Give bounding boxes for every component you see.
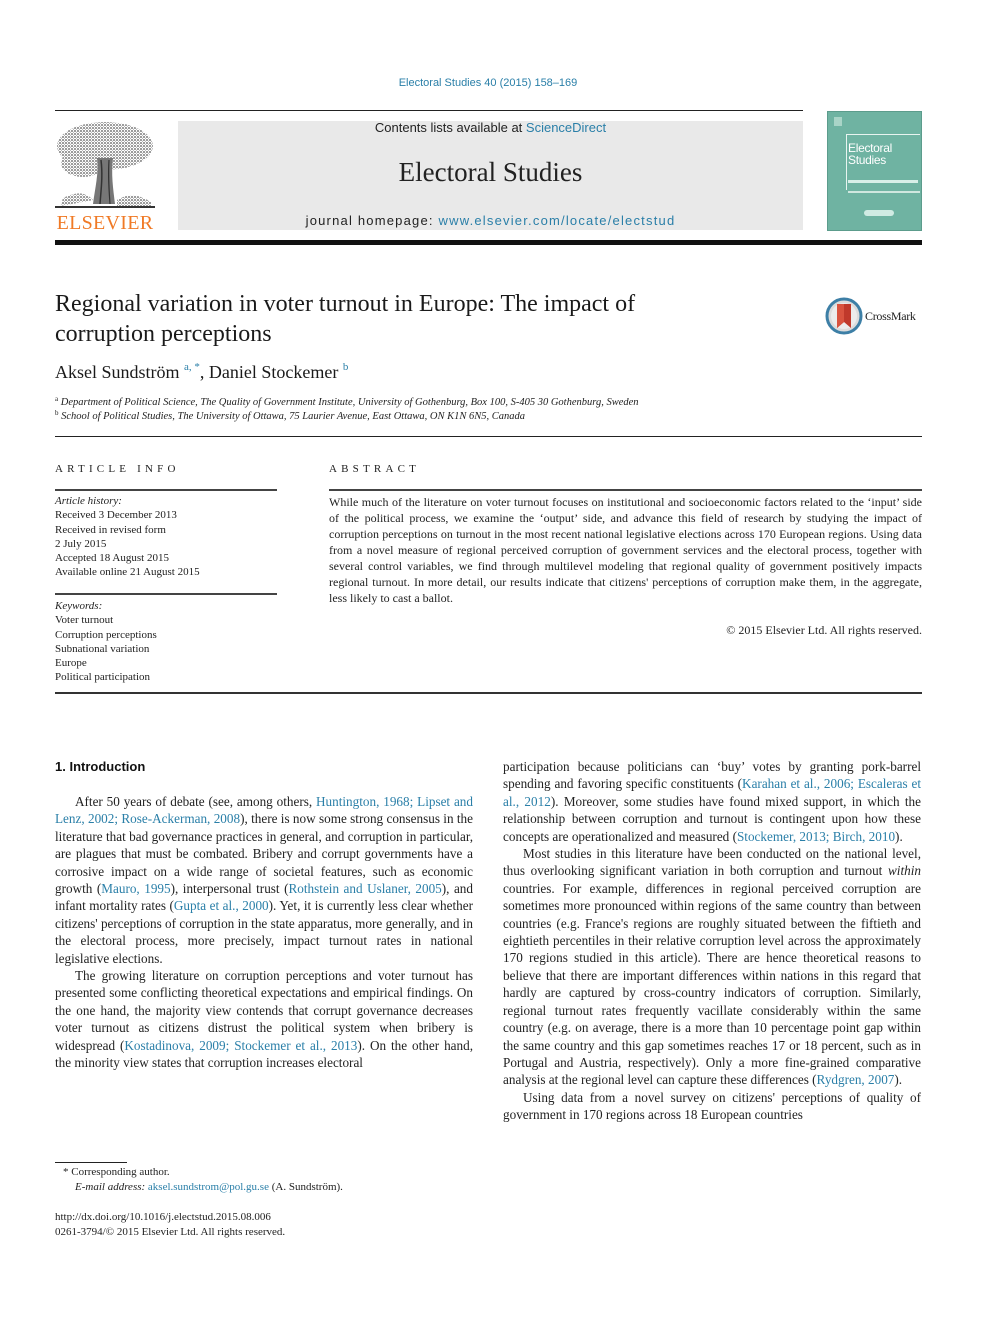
author-list: Aksel Sundström a, *, Daniel Stockemer b [55,361,348,383]
history-item: Available online 21 August 2015 [55,566,200,579]
history-item: Received in revised form [55,523,166,536]
keywords: Keywords: Voter turnout Corruption perce… [55,599,277,685]
paragraph: Most studies in this literature have bee… [503,845,921,1089]
divider [55,489,277,491]
divider [329,489,922,491]
elsevier-tree-icon [55,122,155,208]
journal-cover-thumbnail[interactable]: Electoral Studies [827,111,922,231]
affiliation: a Department of Political Science, The Q… [55,395,639,408]
keyword: Voter turnout [55,614,114,627]
contents-prefix: Contents lists available at [374,120,526,135]
article-info-heading: ARTICLE INFO [55,463,180,475]
crossmark-icon [825,297,863,335]
text-run: ), interpersonal trust ( [170,881,289,897]
article-title-line2: corruption perceptions [55,321,272,347]
keyword: Corruption perceptions [55,628,157,641]
cover-frame-top [846,134,920,135]
author-separator: , [199,362,209,382]
author-email-link[interactable]: aksel.sundstrom@pol.gu.se [148,1181,269,1193]
section-heading: 1. Introduction [55,759,146,774]
sciencedirect-link[interactable]: ScienceDirect [526,120,606,135]
author-affiliation-mark[interactable]: a, * [184,361,200,373]
author-name[interactable]: Aksel Sundström [55,362,180,382]
paragraph: Using data from a novel survey on citize… [503,1089,921,1124]
abstract-heading: ABSTRACT [329,463,421,475]
divider [55,593,277,595]
text-run: Most studies in this literature have bee… [503,846,921,879]
text-run: ). [895,828,903,844]
keyword: Political participation [55,671,151,684]
crossmark-label[interactable]: CrossMark [865,309,916,324]
affiliation: b School of Political Studies, The Unive… [55,409,525,422]
paragraph: participation because politicians can ‘b… [503,758,921,845]
header-rule [55,110,803,111]
citation-link[interactable]: Rydgren, 2007 [817,1072,895,1087]
emphasis: within [888,863,921,879]
elsevier-wordmark: ELSEVIER [56,212,154,234]
history-label: Article history: [55,495,122,507]
text-run: countries. For example, differences in r… [503,880,921,1088]
journal-citation-link[interactable]: Electoral Studies 40 (2015) 158–169 [0,77,976,89]
body-column-left: After 50 years of debate (see, among oth… [55,793,473,1072]
article-history: Article history: Received 3 December 201… [55,494,277,580]
footnote-rule [55,1162,127,1163]
journal-title: Electoral Studies [398,157,583,187]
paragraph: The growing literature on corruption per… [55,967,473,1071]
cover-title: Electoral Studies [848,142,892,166]
text-run: Using data from a novel survey on citize… [503,1089,921,1123]
author-affiliation-mark[interactable]: b [343,361,349,373]
body-column-right: participation because politicians can ‘b… [503,758,921,1124]
history-item: 2 July 2015 [55,537,107,550]
citation-link[interactable]: Mauro, 1995 [101,881,170,896]
abstract-text: While much of the literature on voter tu… [329,495,922,605]
article-title-line1: Regional variation in voter turnout in E… [55,291,636,317]
affiliation-text: Department of Political Science, The Qua… [60,397,639,408]
keyword: Subnational variation [55,642,150,655]
cover-subtitle [848,180,918,183]
cover-frame-left [846,134,847,190]
paragraph: After 50 years of debate (see, among oth… [55,793,473,967]
cover-publisher-mark [834,117,842,126]
citation-link[interactable]: Stockemer, 2013; Birch, 2010 [737,829,895,844]
journal-homepage-link[interactable]: www.elsevier.com/locate/electstud [439,213,676,228]
author-name[interactable]: Daniel Stockemer [209,362,338,382]
article-title: Regional variation in voter turnout in E… [55,289,775,349]
masthead-bottom-rule [55,240,922,245]
email-label: E-mail address: [75,1181,148,1193]
corresponding-author-note: * Corresponding author. [63,1166,170,1178]
history-item: Accepted 18 August 2015 [55,552,169,565]
keyword: Europe [55,657,87,670]
email-footnote: E-mail address: aksel.sundstrom@pol.gu.s… [75,1181,343,1193]
doi-link[interactable]: http://dx.doi.org/10.1016/j.electstud.20… [55,1211,271,1223]
affiliation-text: School of Political Studies, The Univers… [61,411,525,422]
contents-line: Contents lists available at ScienceDirec… [178,120,803,135]
text-run: ). [894,1072,903,1088]
cover-logo [864,210,894,216]
keywords-label: Keywords: [55,600,103,612]
front-matter-bottom-rule [55,692,922,694]
homepage-prefix: journal homepage: [305,213,439,228]
affiliation-mark: b [55,409,59,417]
history-item: Received 3 December 2013 [55,509,177,522]
abstract-copyright: © 2015 Elsevier Ltd. All rights reserved… [726,623,922,637]
citation-link[interactable]: Gupta et al., 2000 [174,898,269,913]
email-suffix: (A. Sundström). [268,1181,343,1193]
text-run: After 50 years of debate (see, among oth… [75,794,317,809]
affiliation-mark: a [55,395,59,403]
cover-editors [848,191,920,193]
citation-link[interactable]: Kostadinova, 2009; Stockemer et al., 201… [124,1038,357,1053]
cover-title-line2: Studies [848,153,886,167]
citation-link[interactable]: Rothstein and Uslaner, 2005 [289,881,442,896]
divider [55,436,922,437]
issn-copyright: 0261-3794/© 2015 Elsevier Ltd. All right… [55,1226,286,1238]
journal-homepage-line: journal homepage: www.elsevier.com/locat… [178,213,803,228]
